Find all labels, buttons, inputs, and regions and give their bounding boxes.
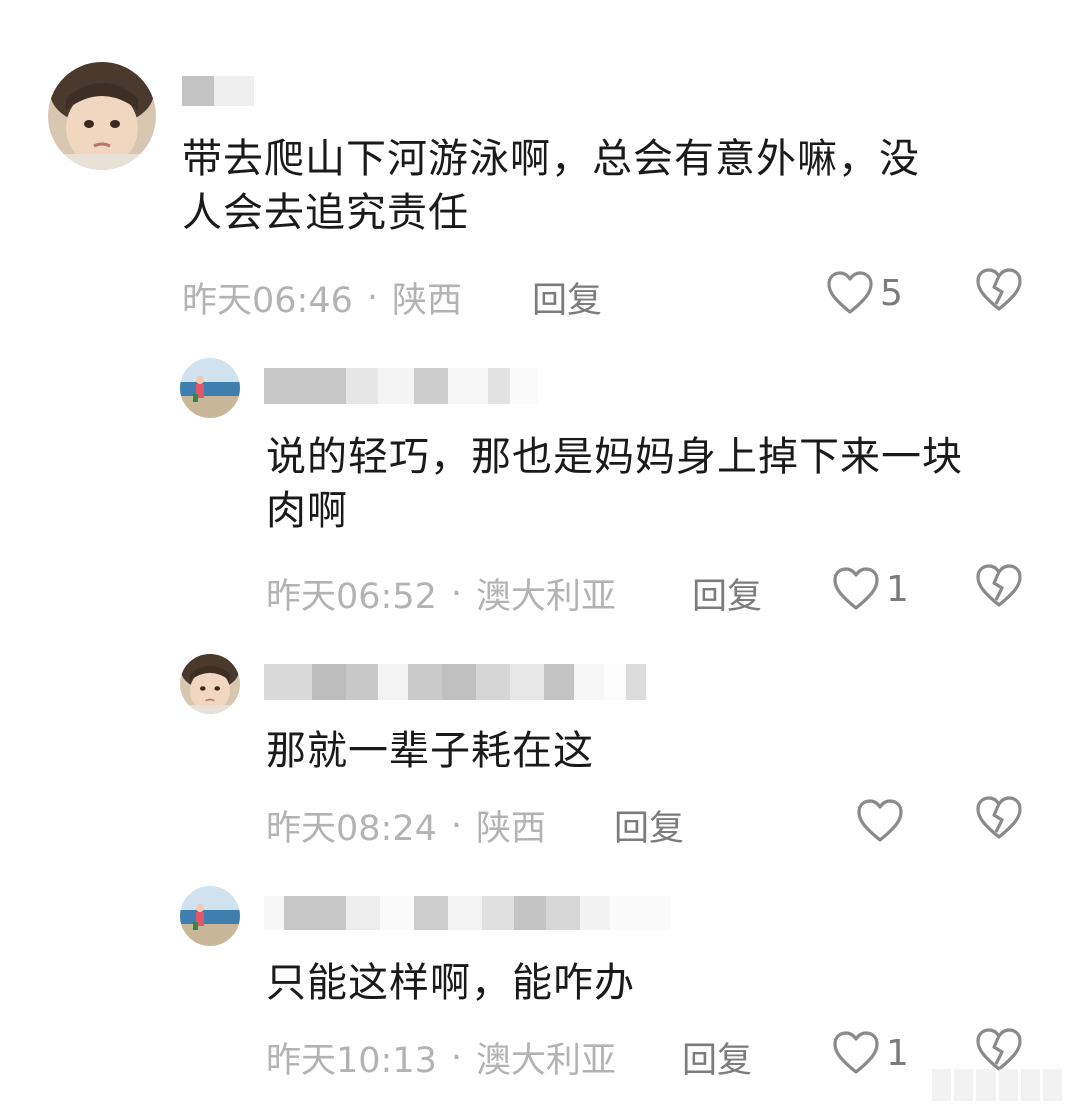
watermark bbox=[932, 1069, 1063, 1101]
dislike-button[interactable] bbox=[975, 564, 1023, 612]
heart-icon bbox=[833, 567, 879, 610]
comment-meta: 昨天08:24 · 陕西 bbox=[266, 800, 546, 851]
beach-photo-avatar[interactable] bbox=[180, 358, 240, 418]
reply-button[interactable]: 回复 bbox=[614, 800, 684, 851]
dislike-button[interactable] bbox=[975, 796, 1023, 844]
comment-time: 昨天08:24 bbox=[266, 809, 437, 849]
reply-button[interactable]: 回复 bbox=[532, 272, 602, 323]
like-button[interactable]: 1 bbox=[832, 1028, 909, 1078]
reply-button[interactable]: 回复 bbox=[682, 1032, 752, 1083]
comment-thread: 带去爬山下河游泳啊，总会有意外嘛，没 人会去追究责任 昨天06:46 · 陕西 … bbox=[0, 0, 1080, 1111]
comment-location: 澳大利亚 bbox=[476, 1041, 617, 1081]
like-button[interactable]: 5 bbox=[826, 268, 903, 318]
meta-separator: · bbox=[450, 1037, 463, 1078]
like-count: 1 bbox=[886, 568, 909, 610]
broken-heart-icon bbox=[976, 1028, 1022, 1071]
comment-meta: 昨天06:52 · 澳大利亚 bbox=[266, 568, 616, 619]
broken-heart-icon bbox=[976, 564, 1022, 607]
heart-icon bbox=[857, 799, 903, 842]
comment-meta: 昨天06:46 · 陕西 bbox=[182, 272, 462, 323]
username-blurred[interactable] bbox=[264, 664, 666, 700]
beach-photo-avatar[interactable] bbox=[180, 886, 240, 946]
username-blurred[interactable] bbox=[264, 368, 538, 404]
broken-heart-icon bbox=[976, 796, 1022, 839]
comment-location: 澳大利亚 bbox=[476, 577, 617, 617]
comment-location: 陕西 bbox=[476, 809, 547, 849]
broken-heart-icon bbox=[976, 268, 1022, 311]
comment-location: 陕西 bbox=[392, 281, 463, 321]
comment-text: 那就一辈子耗在这 bbox=[266, 728, 594, 774]
reply-button[interactable]: 回复 bbox=[692, 568, 762, 619]
meta-separator: · bbox=[366, 277, 379, 318]
comment-time: 昨天10:13 bbox=[266, 1041, 437, 1081]
comment-time: 昨天06:52 bbox=[266, 577, 437, 617]
comment-text: 说的轻巧，那也是妈妈身上掉下来一块 肉啊 bbox=[266, 434, 963, 534]
like-count: 1 bbox=[886, 1032, 909, 1074]
heart-icon bbox=[833, 1031, 879, 1074]
comment-text: 带去爬山下河游泳啊，总会有意外嘛，没 人会去追究责任 bbox=[182, 136, 920, 236]
child-face-avatar[interactable] bbox=[48, 62, 156, 170]
comment-text: 只能这样啊，能咋办 bbox=[266, 960, 635, 1006]
comment-time: 昨天06:46 bbox=[182, 281, 353, 321]
like-button[interactable] bbox=[856, 796, 904, 846]
child-face-avatar[interactable] bbox=[180, 654, 240, 714]
meta-separator: · bbox=[450, 805, 463, 846]
meta-separator: · bbox=[450, 573, 463, 614]
dislike-button[interactable] bbox=[975, 268, 1023, 316]
like-count: 5 bbox=[880, 272, 903, 314]
comment-meta: 昨天10:13 · 澳大利亚 bbox=[266, 1032, 616, 1083]
username-blurred[interactable] bbox=[182, 76, 254, 106]
heart-icon bbox=[827, 271, 873, 314]
username-blurred[interactable] bbox=[264, 896, 670, 930]
like-button[interactable]: 1 bbox=[832, 564, 909, 614]
